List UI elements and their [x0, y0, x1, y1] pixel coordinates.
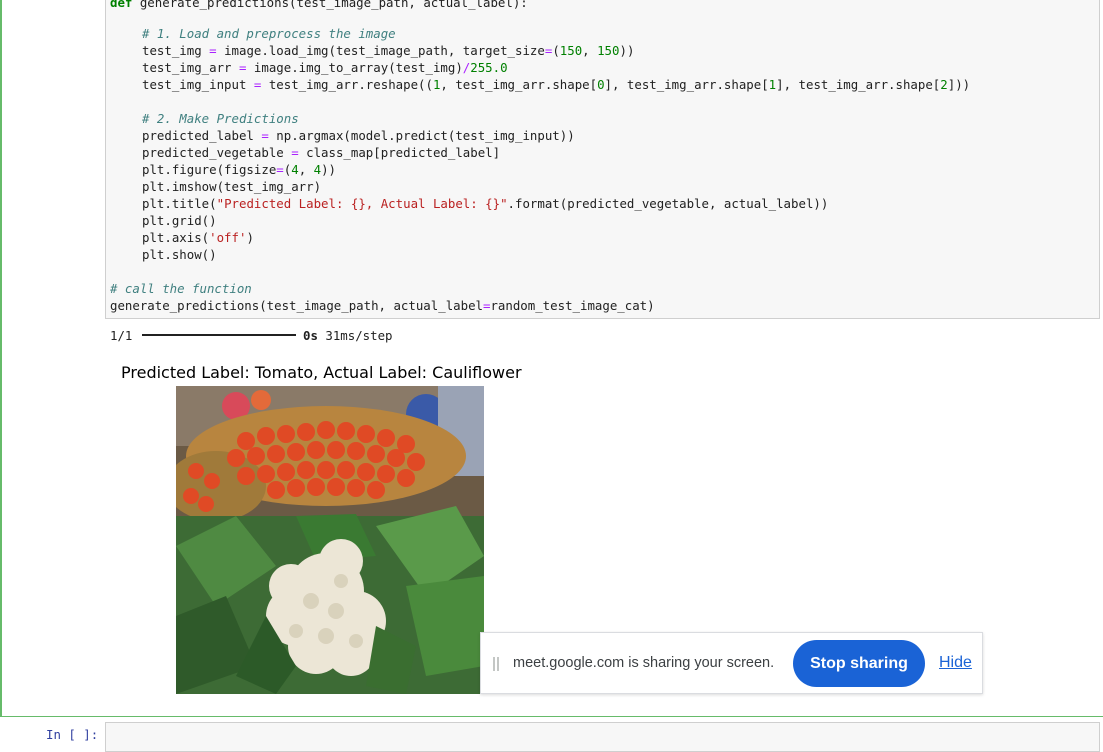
code-token: plt.title(	[142, 196, 217, 211]
code-token: test_img	[142, 43, 210, 58]
code-token: image.img_to_array(test_img)	[246, 60, 463, 75]
code-token: )	[246, 230, 254, 245]
code-token: predicted_vegetable	[142, 145, 292, 160]
code-line: plt.figure(figsize=(4, 4))	[142, 161, 336, 178]
code-token: =	[276, 162, 284, 177]
code-token: test_img_arr.reshape((	[261, 77, 433, 92]
code-token: 4	[291, 162, 299, 177]
code-line: # 1. Load and preprocess the image	[142, 25, 396, 42]
code-line: generate_predictions(test_image_path, ac…	[110, 297, 655, 314]
code-token: 255.0	[470, 60, 508, 75]
code-token: def	[110, 0, 133, 10]
code-line: plt.show()	[142, 246, 217, 263]
code-token: random_test_image_cat)	[490, 298, 655, 313]
code-token: 0	[597, 77, 605, 92]
code-token: 150	[597, 43, 620, 58]
code-token: ,	[298, 162, 314, 177]
code-token: , test_img_arr.shape[	[440, 77, 598, 92]
code-line: test_img = image.load_img(test_image_pat…	[142, 42, 634, 59]
plot-title: Predicted Label: Tomato, Actual Label: C…	[121, 363, 522, 382]
code-token: plt.figure(figsize	[142, 162, 277, 177]
code-token: # 2. Make Predictions	[142, 111, 299, 126]
code-token: np.argmax(model.predict(test_img_input))	[268, 128, 575, 143]
code-token: "Predicted Label: {}, Actual Label: {}"	[216, 196, 508, 211]
progress-time: 0s	[303, 328, 318, 343]
code-token: test_img_arr	[142, 60, 239, 75]
code-line: predicted_label = np.argmax(model.predic…	[142, 127, 575, 144]
code-token: plt.axis(	[142, 230, 210, 245]
share-message: meet.google.com is sharing your screen.	[513, 655, 775, 671]
code-line: test_img_input = test_img_arr.reshape((1…	[142, 76, 970, 93]
hide-link[interactable]: Hide	[939, 654, 972, 672]
code-token: =	[291, 145, 299, 160]
code-token: test_img_input	[142, 77, 254, 92]
progress-status: 0s 31ms/step	[303, 328, 393, 343]
code-token: ))	[321, 162, 336, 177]
code-line: plt.axis('off')	[142, 229, 254, 246]
code-line: plt.title("Predicted Label: {}, Actual L…	[142, 195, 828, 212]
next-cell-input[interactable]	[105, 722, 1100, 752]
code-token: 'off'	[209, 230, 247, 245]
code-token: 4	[313, 162, 322, 177]
code-line: # 2. Make Predictions	[142, 110, 299, 127]
code-token: ]))	[947, 77, 971, 92]
code-token: ], test_img_arr.shape[	[604, 77, 769, 92]
cell-selected-indicator	[0, 0, 2, 716]
code-token: =	[209, 43, 217, 58]
progress-step: 31ms/step	[317, 328, 393, 343]
code-token: # 1. Load and preprocess the image	[142, 26, 396, 41]
code-line: plt.imshow(test_img_arr)	[142, 178, 321, 195]
code-token: .format(predicted_vegetable, actual_labe…	[507, 196, 829, 211]
code-token: (	[552, 43, 560, 58]
code-token: predicted_label	[142, 128, 262, 143]
code-token: plt.show()	[142, 247, 217, 262]
code-line: plt.grid()	[142, 212, 217, 229]
code-line: predicted_vegetable = class_map[predicte…	[142, 144, 500, 161]
code-token: generate_predictions(test_image_path, ac…	[132, 0, 528, 10]
code-token: ,	[582, 43, 598, 58]
code-line: def generate_predictions(test_image_path…	[110, 0, 528, 11]
code-token: # call the function	[110, 281, 252, 296]
code-token: =	[261, 128, 269, 143]
code-line: test_img_arr = image.img_to_array(test_i…	[142, 59, 508, 76]
code-token: image.load_img(test_image_path, target_s…	[216, 43, 545, 58]
drag-handle-icon[interactable]	[493, 657, 499, 671]
progress-bar	[142, 334, 296, 336]
code-token: class_map[predicted_label]	[298, 145, 501, 160]
stop-sharing-button[interactable]: Stop sharing	[793, 640, 925, 687]
code-token: plt.grid()	[142, 213, 217, 228]
code-line: # call the function	[110, 280, 252, 297]
code-token: generate_predictions(test_image_path, ac…	[110, 298, 483, 313]
code-token: ))	[619, 43, 635, 58]
output-plot-image	[176, 386, 484, 694]
screen-share-banner: meet.google.com is sharing your screen. …	[480, 632, 983, 694]
code-token: 2	[940, 77, 948, 92]
code-token: plt.imshow(test_img_arr)	[142, 179, 322, 194]
code-token: ], test_img_arr.shape[	[776, 77, 941, 92]
progress-count: 1/1	[110, 328, 133, 343]
next-cell-prompt: In [ ]:	[46, 727, 99, 742]
code-token: 150	[559, 43, 583, 58]
cell-divider	[0, 716, 1103, 717]
